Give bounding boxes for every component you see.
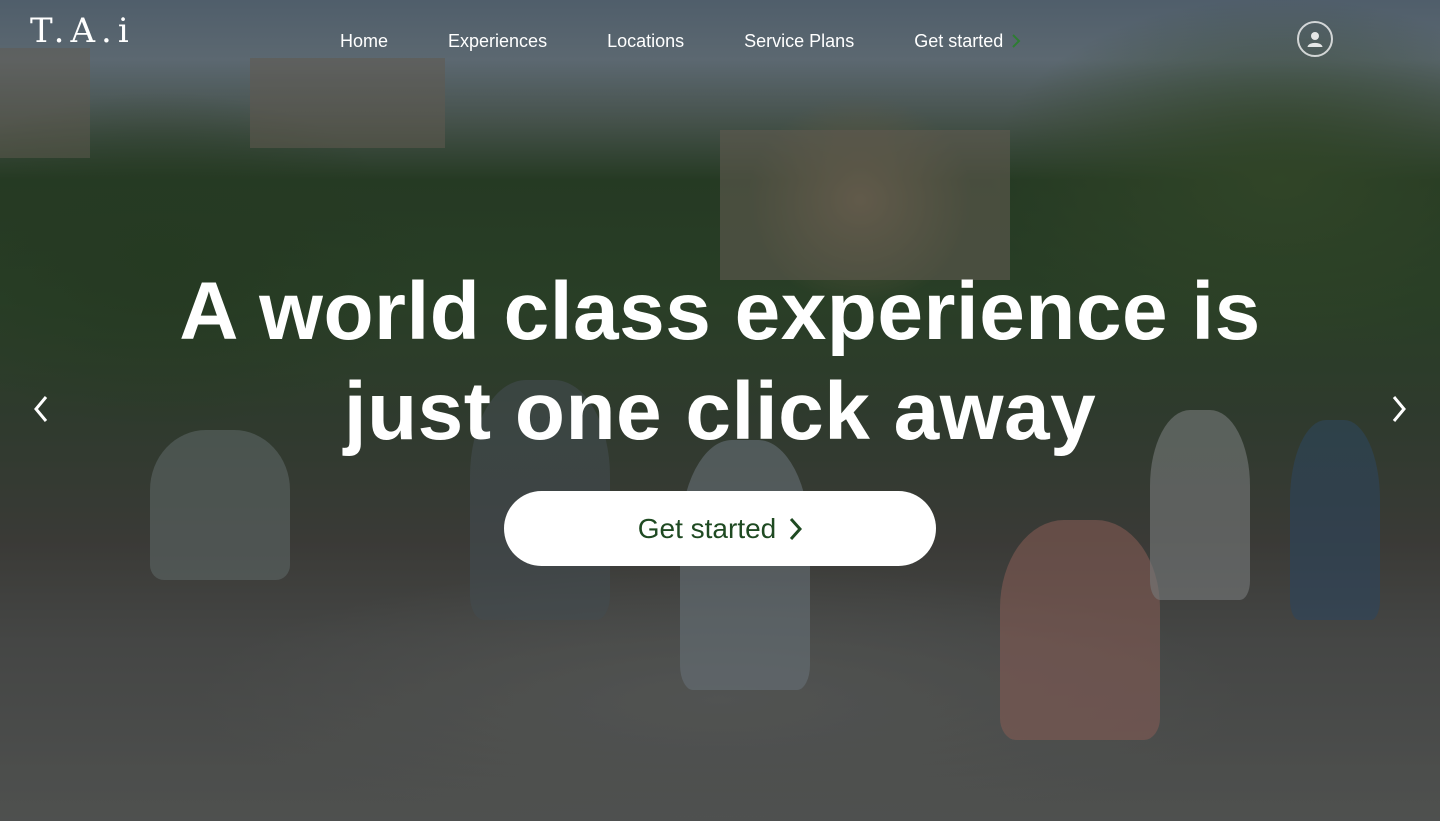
chevron-right-icon: [1392, 396, 1406, 422]
carousel-prev-button[interactable]: [26, 394, 56, 424]
chevron-left-icon: [34, 396, 48, 422]
chevron-right-icon: [790, 517, 803, 540]
nav-item-home[interactable]: Home: [340, 29, 388, 53]
nav-item-experiences[interactable]: Experiences: [448, 29, 547, 53]
account-button[interactable]: [1297, 21, 1333, 57]
chevron-right-icon: [1012, 34, 1021, 48]
nav-item-locations[interactable]: Locations: [607, 29, 684, 53]
carousel-next-button[interactable]: [1384, 394, 1414, 424]
nav-item-service-plans[interactable]: Service Plans: [744, 29, 854, 53]
get-started-button[interactable]: Get started: [504, 491, 936, 566]
hero-headline: A world class experience is just one cli…: [120, 262, 1320, 462]
hero-headline-line-2: just one click away: [343, 366, 1097, 457]
hero-headline-line-1: A world class experience is: [179, 266, 1261, 357]
nav-item-get-started[interactable]: Get started: [914, 29, 1021, 53]
hero-section: T.A.i Home Experiences Locations Service…: [0, 0, 1440, 821]
main-navigation: Home Experiences Locations Service Plans…: [340, 29, 1021, 53]
get-started-label: Get started: [637, 512, 777, 544]
site-logo[interactable]: T.A.i: [30, 14, 135, 48]
user-icon: [1307, 32, 1323, 47]
nav-item-get-started-label: Get started: [914, 31, 1004, 51]
